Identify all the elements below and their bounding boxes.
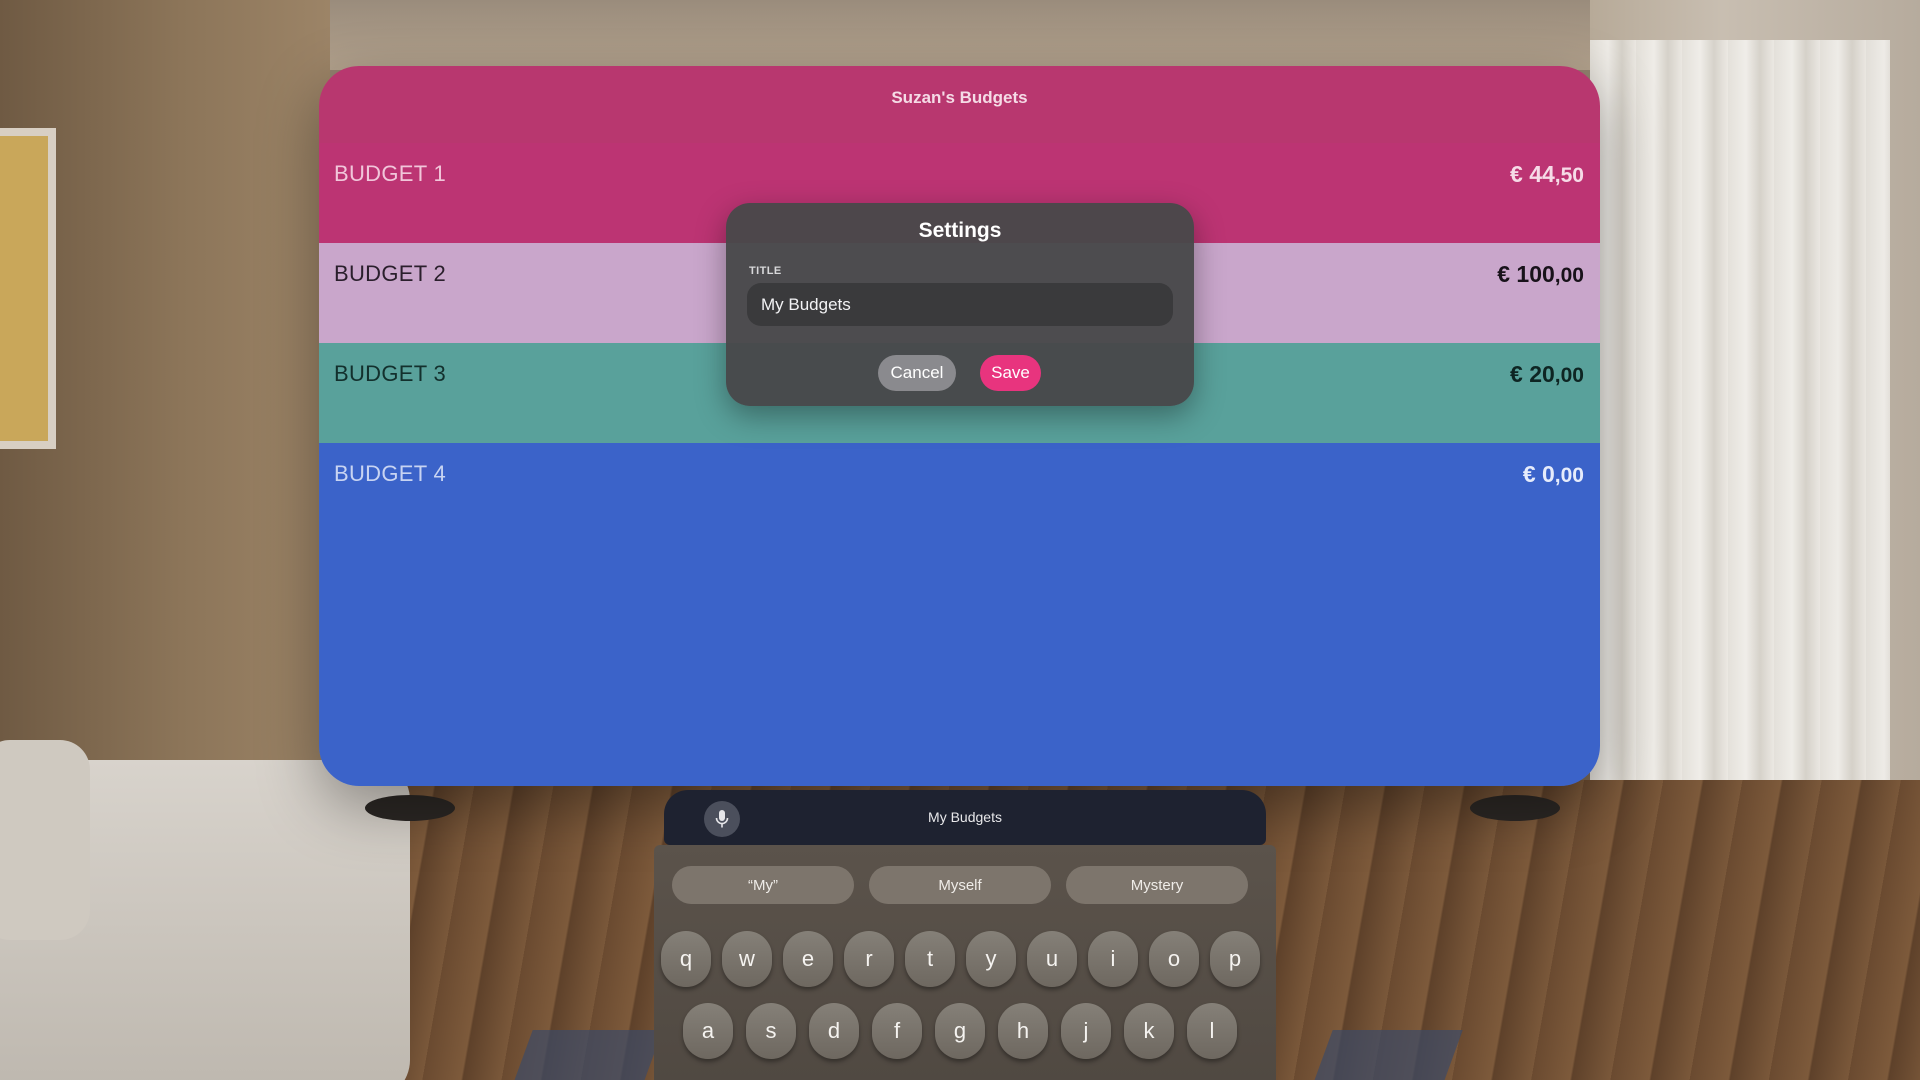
amount-cents: ,00 xyxy=(1554,264,1584,287)
key-w[interactable]: w xyxy=(722,931,772,987)
budget-amount: € 20,00 xyxy=(1510,361,1584,388)
suggestion-3[interactable]: Mystery xyxy=(1066,866,1248,904)
cancel-button[interactable]: Cancel xyxy=(878,355,956,391)
amount-main: € 0 xyxy=(1522,461,1555,487)
amount-cents: ,00 xyxy=(1554,464,1584,487)
wall-picture xyxy=(0,128,56,449)
curtain xyxy=(1590,40,1890,870)
key-t[interactable]: t xyxy=(905,931,955,987)
key-d[interactable]: d xyxy=(809,1003,859,1059)
virtual-keyboard: My Budgets “My” Myself Mystery q w e r t… xyxy=(640,790,1290,1080)
key-o[interactable]: o xyxy=(1149,931,1199,987)
sofa-arm xyxy=(0,740,90,940)
budget-amount: € 44,50 xyxy=(1510,161,1584,188)
keyboard-text-preview: My Budgets xyxy=(928,809,1002,825)
suggestion-2[interactable]: Myself xyxy=(869,866,1051,904)
key-i[interactable]: i xyxy=(1088,931,1138,987)
key-j[interactable]: j xyxy=(1061,1003,1111,1059)
key-u[interactable]: u xyxy=(1027,931,1077,987)
window-stand-right xyxy=(1470,795,1560,821)
app-header: Suzan's Budgets xyxy=(319,66,1600,143)
key-l[interactable]: l xyxy=(1187,1003,1237,1059)
title-input[interactable] xyxy=(747,283,1173,326)
amount-main: € 20 xyxy=(1510,361,1555,387)
window-stand-left xyxy=(365,795,455,821)
amount-main: € 100 xyxy=(1497,261,1555,287)
amount-main: € 44 xyxy=(1510,161,1555,187)
budget-name: BUDGET 2 xyxy=(334,261,447,286)
amount-cents: ,50 xyxy=(1554,164,1584,187)
budget-name: BUDGET 3 xyxy=(334,361,447,386)
budget-amount: € 0,00 xyxy=(1523,461,1584,488)
dialog-title: Settings xyxy=(918,219,1002,242)
title-field-label: TITLE xyxy=(749,265,782,277)
rug-pattern xyxy=(1307,1030,1463,1080)
budget-row-4[interactable]: BUDGET 4 € 0,00 xyxy=(319,443,1600,786)
settings-dialog: Settings TITLE Cancel Save xyxy=(726,203,1194,406)
save-button[interactable]: Save xyxy=(980,355,1041,391)
amount-cents: ,00 xyxy=(1554,364,1584,387)
keyboard-text-bar: My Budgets xyxy=(664,790,1266,845)
key-r[interactable]: r xyxy=(844,931,894,987)
key-p[interactable]: p xyxy=(1210,931,1260,987)
key-k[interactable]: k xyxy=(1124,1003,1174,1059)
budget-name: BUDGET 1 xyxy=(334,161,447,186)
budgets-app-window: Suzan's Budgets BUDGET 1 € 44,50 BUDGET … xyxy=(319,66,1600,786)
app-title: Suzan's Budgets xyxy=(891,87,1028,107)
key-a[interactable]: a xyxy=(683,1003,733,1059)
key-s[interactable]: s xyxy=(746,1003,796,1059)
key-h[interactable]: h xyxy=(998,1003,1048,1059)
vision-pro-room-scene: Suzan's Budgets BUDGET 1 € 44,50 BUDGET … xyxy=(0,0,1920,1080)
suggestion-1[interactable]: “My” xyxy=(672,866,854,904)
budget-amount: € 100,00 xyxy=(1497,261,1584,288)
key-q[interactable]: q xyxy=(661,931,711,987)
key-e[interactable]: e xyxy=(783,931,833,987)
budget-name: BUDGET 4 xyxy=(334,461,447,486)
key-y[interactable]: y xyxy=(966,931,1016,987)
key-g[interactable]: g xyxy=(935,1003,985,1059)
key-f[interactable]: f xyxy=(872,1003,922,1059)
